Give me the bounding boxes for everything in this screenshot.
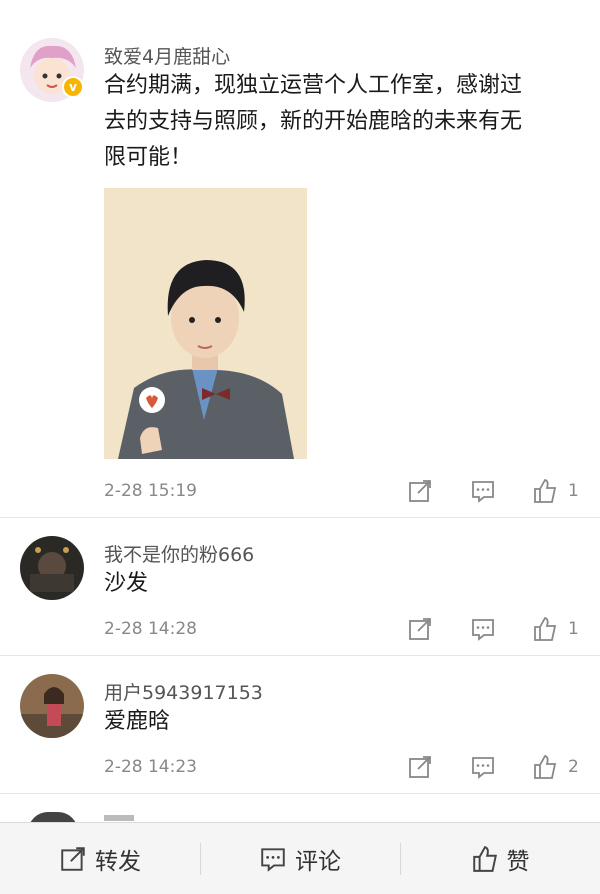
like-count: 1 (568, 481, 579, 501)
like-count: 1 (568, 619, 579, 639)
like-label: 赞 (506, 849, 530, 875)
like-button[interactable]: 赞 (400, 823, 600, 894)
comment-username[interactable]: 我不是你的粉666 (104, 540, 254, 567)
comment-timestamp: 2-28 14:23 (104, 757, 197, 777)
share-icon[interactable] (407, 754, 435, 782)
comment-text: 爱鹿晗 (104, 709, 171, 734)
share-icon (61, 847, 85, 871)
post-username[interactable]: 致爱4月鹿甜心 (104, 42, 230, 69)
thumbs-up-icon[interactable] (532, 616, 560, 644)
comment-timestamp: 2-28 14:28 (104, 619, 197, 639)
post-text: 合约期满，现独立运营个人工作室，感谢过 去的支持与照顾，新的开始鹿晗的未来有无 … (104, 68, 522, 176)
comment-icon[interactable] (470, 754, 498, 782)
bottom-action-bar: 转发 评论 赞 (0, 822, 600, 894)
avatar[interactable] (20, 674, 84, 738)
share-icon[interactable] (407, 478, 435, 506)
comment-item: 我不是你的粉666 沙发 2-28 14:28 1 (0, 518, 600, 656)
main-post: v 致爱4月鹿甜心 合约期满，现独立运营个人工作室，感谢过 去的支持与照顾，新的… (0, 0, 600, 518)
comment-icon[interactable] (470, 478, 498, 506)
avatar[interactable] (20, 536, 84, 600)
comment-meta-row: 2-28 14:28 1 (104, 616, 600, 646)
repost-button[interactable]: 转发 (0, 823, 200, 894)
post-photo[interactable] (104, 188, 307, 459)
comment-username[interactable]: 用户5943917153 (104, 678, 263, 705)
post-text-line: 去的支持与照顾，新的开始鹿晗的未来有无 (104, 109, 523, 134)
post-text-line: 限可能！ (104, 145, 193, 170)
thumbs-up-icon[interactable] (532, 478, 560, 506)
thumbs-up-icon (472, 846, 497, 872)
repost-label: 转发 (95, 849, 141, 875)
share-icon[interactable] (407, 616, 435, 644)
comment-username-partial (104, 815, 134, 821)
comment-button[interactable]: 评论 (200, 823, 400, 894)
comment-label: 评论 (295, 849, 341, 875)
thumbs-up-icon[interactable] (532, 754, 560, 782)
verified-badge-icon: v (62, 76, 84, 98)
comment-icon (261, 848, 285, 872)
post-text-line: 合约期满，现独立运营个人工作室，感谢过 (104, 73, 523, 98)
like-count: 2 (568, 757, 579, 777)
comment-item: 用户5943917153 爱鹿晗 2-28 14:23 2 (0, 656, 600, 794)
comment-text: 沙发 (104, 571, 149, 596)
comment-meta-row: 2-28 14:23 2 (104, 754, 600, 784)
comment-icon[interactable] (470, 616, 498, 644)
post-timestamp: 2-28 15:19 (104, 481, 197, 501)
post-meta-row: 2-28 15:19 1 (104, 478, 600, 508)
